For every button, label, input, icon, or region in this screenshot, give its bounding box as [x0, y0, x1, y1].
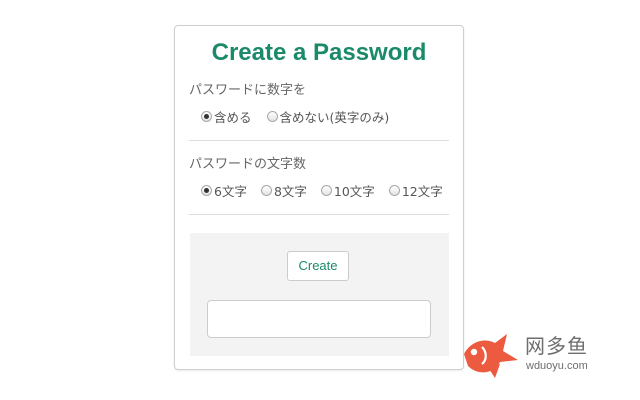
password-generator-card: Create a Password パスワードに数字を 含める 含めない(英字の… — [174, 25, 464, 370]
fish-logo-icon — [464, 334, 518, 378]
fish-eye — [470, 348, 478, 356]
radio-label: 12文字 — [401, 183, 443, 199]
radio-include-digits[interactable]: 含める — [201, 107, 252, 126]
radio-length-10[interactable]: 10文字 — [320, 181, 375, 200]
radio-label: 10文字 — [333, 183, 375, 199]
radio-label: 含めない(英字のみ) — [279, 109, 390, 125]
divider — [189, 214, 449, 215]
digits-radio-group: 含める 含めない(英字のみ) — [201, 106, 451, 126]
radio-label: 含める — [214, 109, 252, 125]
radio-button[interactable] — [388, 184, 400, 196]
watermark-brand: 网多鱼 — [525, 334, 588, 358]
length-section-label: パスワードの文字数 — [189, 157, 307, 172]
radio-button[interactable] — [260, 184, 272, 196]
radio-length-6[interactable]: 6文字 — [201, 181, 247, 200]
password-output-field[interactable] — [207, 300, 431, 338]
create-button[interactable]: Create — [287, 251, 349, 281]
radio-button[interactable] — [320, 184, 332, 196]
page-title: Create a Password — [211, 39, 427, 66]
radio-length-8[interactable]: 8文字 — [260, 181, 307, 200]
radio-length-12[interactable]: 12文字 — [388, 181, 443, 200]
divider — [189, 140, 449, 141]
radio-label: 8文字 — [273, 183, 307, 199]
radio-label: 6文字 — [214, 183, 247, 199]
action-panel: Create — [190, 233, 449, 356]
digits-section-label: パスワードに数字を — [189, 83, 307, 98]
length-radio-group: 6文字 8文字 10文字 12文字 — [201, 180, 451, 200]
radio-button[interactable] — [201, 110, 212, 122]
radio-button[interactable] — [201, 184, 212, 196]
watermark: 网多鱼 wduoyu.com — [462, 330, 602, 380]
radio-exclude-digits[interactable]: 含めない(英字のみ) — [266, 107, 390, 126]
watermark-domain: wduoyu.com — [526, 360, 588, 372]
radio-button[interactable] — [266, 110, 278, 122]
